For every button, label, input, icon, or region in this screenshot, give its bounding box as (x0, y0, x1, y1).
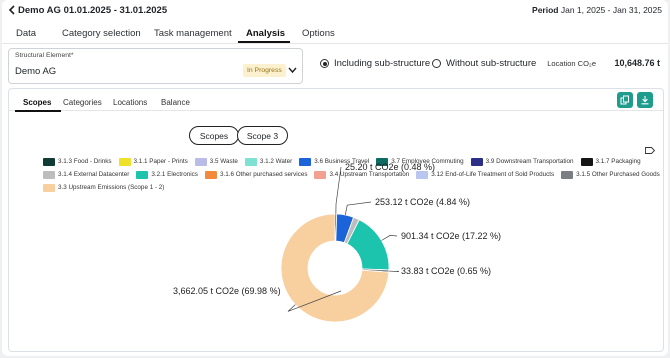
location-co2e-value: 10,648.76 t (614, 58, 660, 68)
radio-including-sub-structure[interactable]: Including sub-structure (320, 58, 430, 69)
radio-label: Including sub-structure (334, 58, 431, 69)
slice-leader-line (344, 201, 372, 216)
main-tabs: Data Category selection Task management … (2, 24, 668, 44)
structural-element-label: Structural Element* (15, 52, 74, 59)
slice-data-label: 901.34 t CO2e (17.22 %) (401, 231, 501, 241)
tab-data[interactable]: Data (16, 28, 36, 39)
slice-data-label: 253.12 t CO2e (4.84 %) (375, 197, 470, 207)
chevron-left-icon[interactable] (6, 4, 18, 16)
tab-task-management[interactable]: Task management (154, 28, 232, 39)
slice-data-label: 3,662.05 t CO2e (69.98 %) (173, 286, 281, 296)
location-co2e-label: Location CO₂e (547, 59, 596, 68)
chevron-down-icon[interactable] (288, 66, 297, 74)
analysis-card: Scopes Categories Locations Balance Scop… (8, 88, 664, 352)
slice-data-label: 33.83 t CO2e (0.65 %) (401, 266, 491, 276)
donut-chart: 25.20 t CO2e (0.48 %) 253.12 t CO2e (4.84… (173, 162, 501, 323)
tab-category-selection[interactable]: Category selection (62, 28, 141, 39)
period-label: Period (532, 5, 559, 15)
header-bar: Demo AG 01.01.2025 - 31.01.2025 Period J… (2, 0, 668, 22)
slice-leader-line (388, 270, 400, 273)
slice-data-label: 25.20 t CO2e (0.48 %) (345, 162, 435, 172)
radio-without-sub-structure[interactable]: Without sub-structure (432, 58, 536, 69)
period-display: Period Jan 1, 2025 - Jan 31, 2025 (532, 5, 662, 15)
tab-analysis[interactable]: Analysis (246, 28, 285, 39)
page-title: Demo AG 01.01.2025 - 31.01.2025 (18, 5, 168, 16)
radio-selected-icon (320, 59, 329, 68)
app-window: Demo AG 01.01.2025 - 31.01.2025 Period J… (2, 0, 668, 356)
structural-element-select[interactable]: Structural Element* Demo AG In Progress (8, 48, 303, 84)
active-tab-indicator (238, 41, 290, 43)
status-badge: In Progress (243, 64, 286, 77)
structural-element-value: Demo AG (15, 66, 57, 77)
tab-options[interactable]: Options (302, 28, 335, 39)
slice-leader-line (335, 166, 342, 215)
radio-label: Without sub-structure (446, 58, 537, 69)
slice-leader-line (381, 235, 398, 241)
radio-unselected-icon (432, 59, 441, 68)
period-value: Jan 1, 2025 - Jan 31, 2025 (560, 5, 662, 15)
